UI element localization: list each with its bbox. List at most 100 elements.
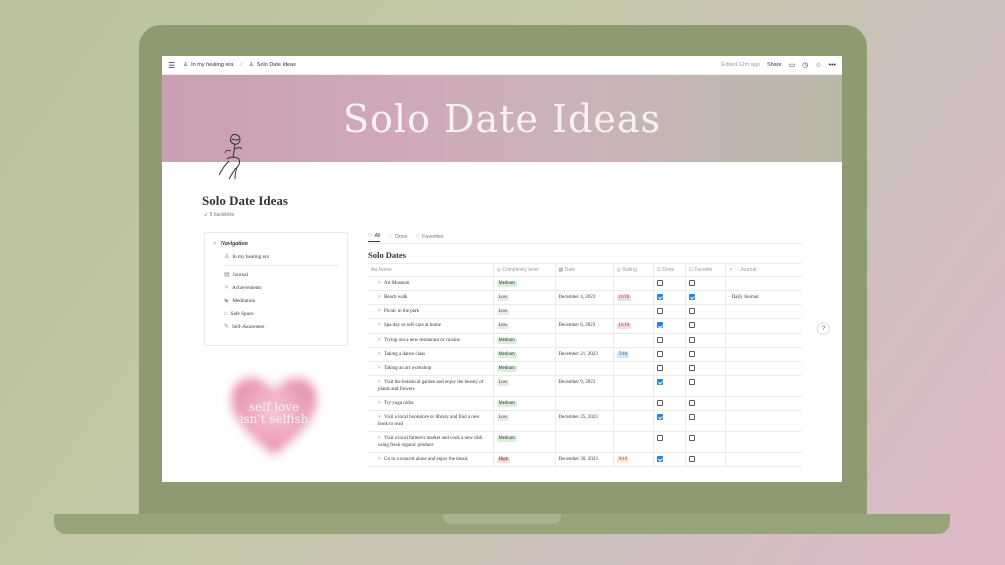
cell-rating[interactable] [613, 396, 654, 412]
cell-rating[interactable] [613, 304, 654, 320]
more-icon[interactable]: ••• [829, 62, 836, 69]
cell-date[interactable]: December 30, 2023 [555, 452, 614, 468]
table-row[interactable]: ♥ Try yoga nidra Medium [368, 396, 802, 412]
cell-rating[interactable]: 11/10 [613, 318, 654, 334]
cell-name[interactable]: ♥ Art Museum [368, 276, 494, 292]
column-header-name[interactable]: Aa Name [368, 263, 494, 277]
cell-name[interactable]: ♥ Beach walk [368, 290, 494, 306]
tab-all[interactable]: ♡ All [368, 233, 381, 242]
nav-item-healing-era[interactable]: ♙ In my healing era [213, 250, 339, 263]
favorite-checkbox[interactable] [688, 280, 695, 286]
cell-date[interactable] [555, 333, 614, 348]
favorite-checkbox[interactable] [688, 294, 695, 301]
cell-date[interactable] [555, 304, 614, 320]
nav-item-meditation[interactable]: ☯ Meditation [213, 294, 339, 307]
cell-name[interactable]: ♥ Visit a local bookstore or library and … [368, 410, 494, 433]
cell-name[interactable]: ♥ Trying out a new restaurant or cuisine [368, 333, 494, 348]
cell-date[interactable]: December 6, 2023 [555, 318, 614, 334]
column-header-favorite[interactable]: ☑ Favorite [685, 263, 726, 277]
comment-icon[interactable]: ▭ [789, 61, 796, 69]
cell-complexity[interactable]: Medium [493, 361, 556, 376]
favorite-checkbox[interactable] [688, 399, 695, 406]
table-row[interactable]: ♥ Go to a concert alone and enjoy the mus… [368, 452, 802, 468]
done-checkbox[interactable] [656, 308, 663, 315]
cell-date[interactable]: December 21, 2023 [555, 347, 614, 362]
cell-name[interactable]: ♥ Picnic in the park [368, 304, 494, 320]
column-header-complexity[interactable]: ◎ Complexity level [493, 263, 556, 277]
done-checkbox[interactable] [656, 364, 663, 371]
cell-complexity[interactable]: Low [493, 318, 556, 334]
cell-rating[interactable]: 9/10 [613, 452, 654, 468]
cell-name[interactable]: ♥ Taking an art workshop [368, 361, 494, 376]
favorite-checkbox[interactable] [688, 350, 695, 357]
cell-journal[interactable]: ▫ Daily Journal [725, 290, 802, 306]
table-row[interactable]: ♥ Taking an art workshop Medium [368, 361, 802, 376]
backlinks-link[interactable]: ↙ 5 backlinks [204, 212, 234, 218]
cell-journal[interactable] [725, 361, 802, 376]
star-icon[interactable]: ☆ [815, 61, 821, 69]
cell-name[interactable]: ♥ Visit the botanical garden and enjoy th… [368, 375, 494, 397]
cell-date[interactable] [555, 396, 614, 412]
table-row[interactable]: ♥ Beach walk Low December 4, 2023 11/10 ▫ Dai… [368, 290, 802, 306]
done-checkbox[interactable] [656, 350, 663, 357]
cell-rating[interactable] [613, 276, 654, 292]
cell-journal[interactable] [725, 410, 802, 433]
table-row[interactable]: ♥ Art Museum Medium [368, 276, 802, 292]
column-header-rating[interactable]: ◎ Rating [613, 263, 654, 277]
cell-journal[interactable] [725, 318, 802, 334]
cell-date[interactable] [555, 431, 614, 454]
favorite-checkbox[interactable] [688, 456, 695, 463]
table-row[interactable]: ♥ Visit a local bookstore or library and … [368, 410, 802, 433]
column-header-journal[interactable]: ↗ ♡ Journal [725, 263, 802, 277]
favorite-checkbox[interactable] [688, 336, 695, 343]
tab-done[interactable]: ♡ Done [388, 234, 407, 242]
menu-icon[interactable]: ☰ [168, 61, 175, 70]
done-checkbox[interactable] [656, 294, 663, 301]
breadcrumb-workspace[interactable]: In my healing era [191, 62, 233, 68]
done-checkbox[interactable] [656, 456, 663, 463]
journal-link[interactable]: Daily Journal [732, 295, 759, 300]
help-button[interactable]: ? [817, 322, 830, 335]
cell-date[interactable] [555, 276, 614, 292]
favorite-checkbox[interactable] [688, 322, 695, 329]
cell-complexity[interactable]: Medium [493, 347, 556, 362]
cell-rating[interactable] [613, 431, 654, 454]
cell-rating[interactable] [613, 361, 654, 376]
cell-rating[interactable] [613, 410, 654, 433]
nav-item-self-awareness[interactable]: ✎ Self-Awareness [213, 320, 339, 333]
favorite-checkbox[interactable] [688, 308, 695, 315]
cell-journal[interactable] [725, 347, 802, 362]
cell-date[interactable]: December 4, 2023 [555, 290, 614, 306]
table-row[interactable]: ♥ Visit the botanical garden and enjoy th… [368, 375, 802, 397]
nav-item-achievements[interactable]: ✧ Achievements [213, 281, 339, 294]
done-checkbox[interactable] [656, 399, 663, 406]
cell-rating[interactable] [613, 333, 654, 348]
cell-journal[interactable] [725, 276, 802, 292]
cell-date[interactable]: December 9, 2023 [555, 375, 614, 397]
cell-complexity[interactable]: Low [493, 375, 556, 397]
done-checkbox[interactable] [656, 336, 663, 343]
favorite-checkbox[interactable] [688, 364, 695, 371]
cell-complexity[interactable]: Medium [493, 396, 556, 412]
cell-rating[interactable] [613, 375, 654, 397]
done-checkbox[interactable] [656, 322, 663, 329]
cell-complexity[interactable]: Low [493, 290, 556, 306]
cell-date[interactable] [555, 361, 614, 376]
history-icon[interactable]: ◷ [802, 61, 808, 69]
table-row[interactable]: ♥ Spa day or self-care at home Low December… [368, 318, 802, 334]
cell-journal[interactable] [725, 452, 802, 468]
cell-complexity[interactable]: Low [493, 304, 556, 320]
cell-complexity[interactable]: Medium [493, 431, 556, 454]
cell-rating[interactable]: 11/10 [613, 290, 654, 306]
column-header-done[interactable]: ☑ Done [653, 263, 686, 277]
cell-journal[interactable] [725, 375, 802, 397]
cell-date[interactable]: December 25, 2023 [555, 410, 614, 433]
cell-name[interactable]: ♥ Taking a dance class [368, 347, 494, 362]
column-header-date[interactable]: ▦ Date [555, 263, 614, 277]
cell-complexity[interactable]: High [493, 452, 556, 468]
cell-rating[interactable]: 7/10 [613, 347, 654, 362]
favorite-checkbox[interactable] [688, 378, 695, 385]
share-button[interactable]: Share [767, 62, 782, 68]
table-row[interactable]: ♥ Picnic in the park Low [368, 304, 802, 320]
cell-name[interactable]: ♥ Go to a concert alone and enjoy the mus… [368, 452, 494, 468]
